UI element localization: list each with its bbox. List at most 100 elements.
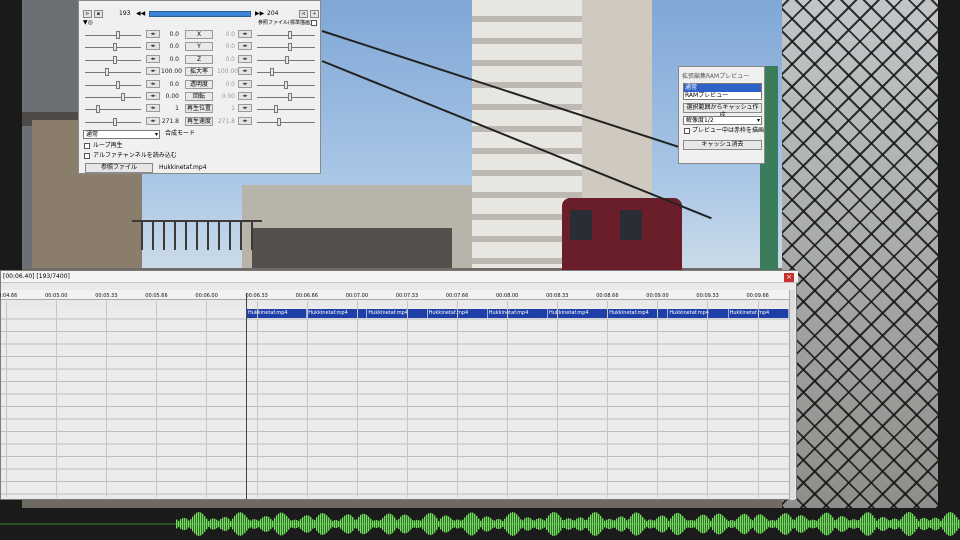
timeline-tracks[interactable] [1,307,791,497]
param-arrows[interactable]: ◂▸ [146,30,160,38]
param-end-arrows[interactable]: ◂▸ [238,30,252,38]
waveform-bar [386,514,388,534]
video-clip[interactable]: Hukkinetaf.mp4 [668,309,729,318]
param-end-value[interactable]: 271.8 [217,117,235,126]
param-end-arrows[interactable]: ◂▸ [238,79,252,88]
param-value[interactable]: 0.0 [161,55,179,64]
blend-mode-select[interactable]: 通常 ▾ [83,130,160,139]
video-clip[interactable]: Hukkinetaf.mp4 [487,309,548,318]
param-value[interactable]: 1 [161,104,179,113]
param-slider-thumb[interactable] [113,117,117,126]
toggle-icon[interactable]: ▪ [94,10,103,18]
param-end-value[interactable]: 0.0 [217,30,235,39]
param-end-slider-thumb[interactable] [270,68,274,77]
param-value[interactable]: 0.0 [161,42,179,51]
param-end-slider-thumb[interactable] [277,117,281,126]
param-row: ◂▸ 0.0 X 0.0 ◂▸ [79,30,322,40]
waveform-bar [882,516,884,532]
waveform-bar [538,518,540,530]
param-end-arrows[interactable]: ◂▸ [238,116,252,125]
param-end-slider-thumb[interactable] [288,93,292,101]
rewind-icon[interactable]: ◀◀ [136,10,145,18]
waveform-bar [346,514,348,534]
preview-mode-list[interactable]: 通常 RAMプレビュー [683,83,762,100]
param-end-value[interactable]: 100.00 [217,67,238,76]
clear-cache-button[interactable]: キャッシュ消去 [683,140,762,150]
waveform-bar [350,515,352,533]
param-button[interactable]: 回転 [185,92,213,101]
param-end-slider-thumb[interactable] [285,55,289,64]
waveform-bar [708,518,710,530]
param-slider-thumb[interactable] [116,31,120,39]
timeline-scrollbar[interactable] [789,290,795,500]
param-end-arrows[interactable]: ◂▸ [238,92,252,100]
resolution-select[interactable]: 解像度1/2 ▾ [683,116,762,125]
param-end-slider-thumb[interactable] [288,43,292,52]
draw-frame-checkbox[interactable] [684,128,690,134]
waveform-bar [302,517,304,531]
waveform-bar [598,513,600,535]
list-item[interactable]: RAMプレビュー [684,92,761,100]
video-clip[interactable]: Hukkinetaf.mp4 [608,309,669,318]
reference-file-button[interactable]: 参照ファイル [85,163,153,173]
video-clip[interactable]: Hukkinetaf.mp4 [728,309,789,318]
param-end-value[interactable]: 0.0 [217,55,235,64]
param-button[interactable]: X [185,30,213,39]
param-arrows[interactable]: ◂▸ [146,104,160,113]
param-button[interactable]: Z [185,54,213,64]
param-button[interactable]: 再生速度 [185,116,213,126]
waveform-bar [938,519,940,529]
param-arrows[interactable]: ◂▸ [146,116,160,125]
param-end-slider-thumb[interactable] [274,105,278,114]
param-arrows[interactable]: ◂▸ [146,42,160,51]
param-slider-thumb[interactable] [121,93,125,101]
param-value[interactable]: 0.0 [161,30,179,39]
fast-forward-icon[interactable]: ▶▶ [255,10,264,18]
waveform-bar [250,520,252,528]
param-button[interactable]: 拡大率 [185,67,213,77]
param-value[interactable]: 271.8 [161,117,179,126]
param-end-arrows[interactable]: ◂▸ [238,67,252,76]
add-icon[interactable]: + [310,10,319,18]
param-end-value[interactable]: 0.0 [217,42,235,51]
param-end-slider-thumb[interactable] [288,31,292,39]
param-button[interactable]: Y [185,42,213,52]
param-slider-thumb[interactable] [113,43,117,52]
waveform-bar [734,520,736,528]
param-end-value[interactable]: 0.0 [217,80,235,89]
param-value[interactable]: 0.0 [161,80,179,89]
playhead[interactable] [246,293,247,499]
param-slider-thumb[interactable] [116,80,120,89]
waveform-bar [604,520,606,528]
param-arrows[interactable]: ◂▸ [146,54,160,63]
param-end-arrows[interactable]: ◂▸ [238,54,252,63]
param-arrows[interactable]: ◂▸ [146,92,160,100]
next-keyframe-icon[interactable]: ⊲ [299,10,308,18]
prev-keyframe-icon[interactable]: ⊳ [83,10,92,18]
param-slider-thumb[interactable] [96,105,100,114]
param-slider-thumb[interactable] [113,55,117,64]
param-value[interactable]: 0.00 [161,92,179,101]
param-arrows[interactable]: ◂▸ [146,79,160,88]
loop-checkbox[interactable] [84,143,90,149]
param-button[interactable]: 透明度 [185,79,213,89]
video-clip[interactable]: Hukkinetaf.mp4 [367,309,428,318]
param-end-value[interactable]: 1 [217,104,235,113]
collapse-icon[interactable]: ▼◎ [83,19,93,27]
list-item[interactable]: 通常 [684,84,761,92]
param-end-slider-thumb[interactable] [284,80,288,89]
close-icon[interactable]: × [784,273,794,282]
source-file-checkbox[interactable] [311,20,317,26]
timeline-ruler[interactable]: 00:04.66 00:05.00 00:05.33 00:05.66 00:06.00… [0,290,791,300]
param-button[interactable]: 再生位置 [185,104,213,114]
video-clip[interactable]: Hukkinetaf.mp4 [307,309,368,318]
param-value[interactable]: 100.00 [161,67,182,76]
param-arrows[interactable]: ◂▸ [146,67,160,76]
alpha-checkbox[interactable] [84,153,90,159]
param-slider-thumb[interactable] [105,68,109,77]
param-end-arrows[interactable]: ◂▸ [238,104,252,113]
param-end-value[interactable]: 0.00 [217,92,235,101]
create-cache-button[interactable]: 選択範囲からキャッシュ作成 [683,103,762,119]
frame-range-bar[interactable] [149,11,251,17]
param-end-arrows[interactable]: ◂▸ [238,42,252,51]
